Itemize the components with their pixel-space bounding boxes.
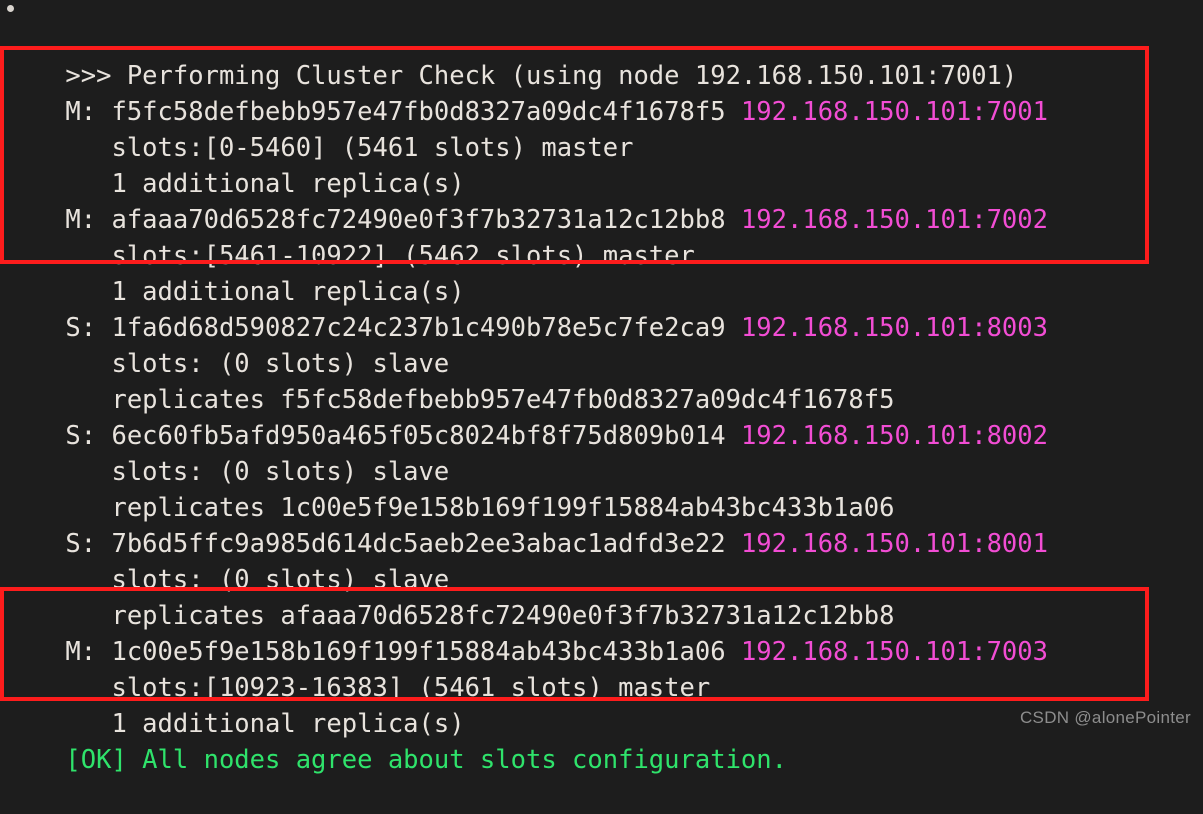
node-detail-slots: slots: (0 slots) slave xyxy=(0,526,1203,595)
node-detail-replicas: 1 additional replica(s) xyxy=(0,670,1203,739)
node-detail-replicas: 1 additional replica(s) xyxy=(0,130,1203,199)
node-row-slave-8001: S: 7b6d5ffc9a985d614dc5aeb2ee3abac1adfd3… xyxy=(0,490,1203,559)
node-detail-slots: slots: (0 slots) slave xyxy=(0,310,1203,379)
node-row-slave-8002: S: 6ec60fb5afd950a465f05c8024bf8f75d809b… xyxy=(0,382,1203,451)
node-detail-replicates: replicates 1c00e5f9e158b169f199f15884ab4… xyxy=(0,454,1203,523)
top-spacer xyxy=(0,0,1203,22)
cursor-dot-icon xyxy=(7,5,14,12)
node-detail-slots: slots:[10923-16383] (5461 slots) master xyxy=(0,634,1203,703)
node-row-master-7002: M: afaaa70d6528fc72490e0f3f7b32731a12c12… xyxy=(0,166,1203,235)
node-detail-replicates: replicates afaaa70d6528fc72490e0f3f7b327… xyxy=(0,562,1203,631)
node-detail-replicas: 1 additional replica(s) xyxy=(0,238,1203,307)
terminal-window: >>> Performing Cluster Check (using node… xyxy=(0,0,1203,775)
cluster-check-header-line: >>> Performing Cluster Check (using node… xyxy=(0,22,1203,91)
node-detail-slots: slots: (0 slots) slave xyxy=(0,418,1203,487)
node-row-master-7003: M: 1c00e5f9e158b169f199f15884ab43bc433b1… xyxy=(0,598,1203,667)
node-row-slave-8003: S: 1fa6d68d590827c24c237b1c490b78e5c7fe2… xyxy=(0,274,1203,343)
status-badge: [OK] All nodes agree about slots configu… xyxy=(65,745,787,775)
node-detail-slots: slots:[0-5460] (5461 slots) master xyxy=(0,94,1203,163)
node-row-master-7001: M: f5fc58defbebb957e47fb0d8327a09dc4f167… xyxy=(0,58,1203,127)
node-detail-replicates: replicates f5fc58defbebb957e47fb0d8327a0… xyxy=(0,346,1203,415)
node-detail-slots: slots:[5461-10922] (5462 slots) master xyxy=(0,202,1203,271)
watermark-label: CSDN @alonePointer xyxy=(1019,708,1191,727)
